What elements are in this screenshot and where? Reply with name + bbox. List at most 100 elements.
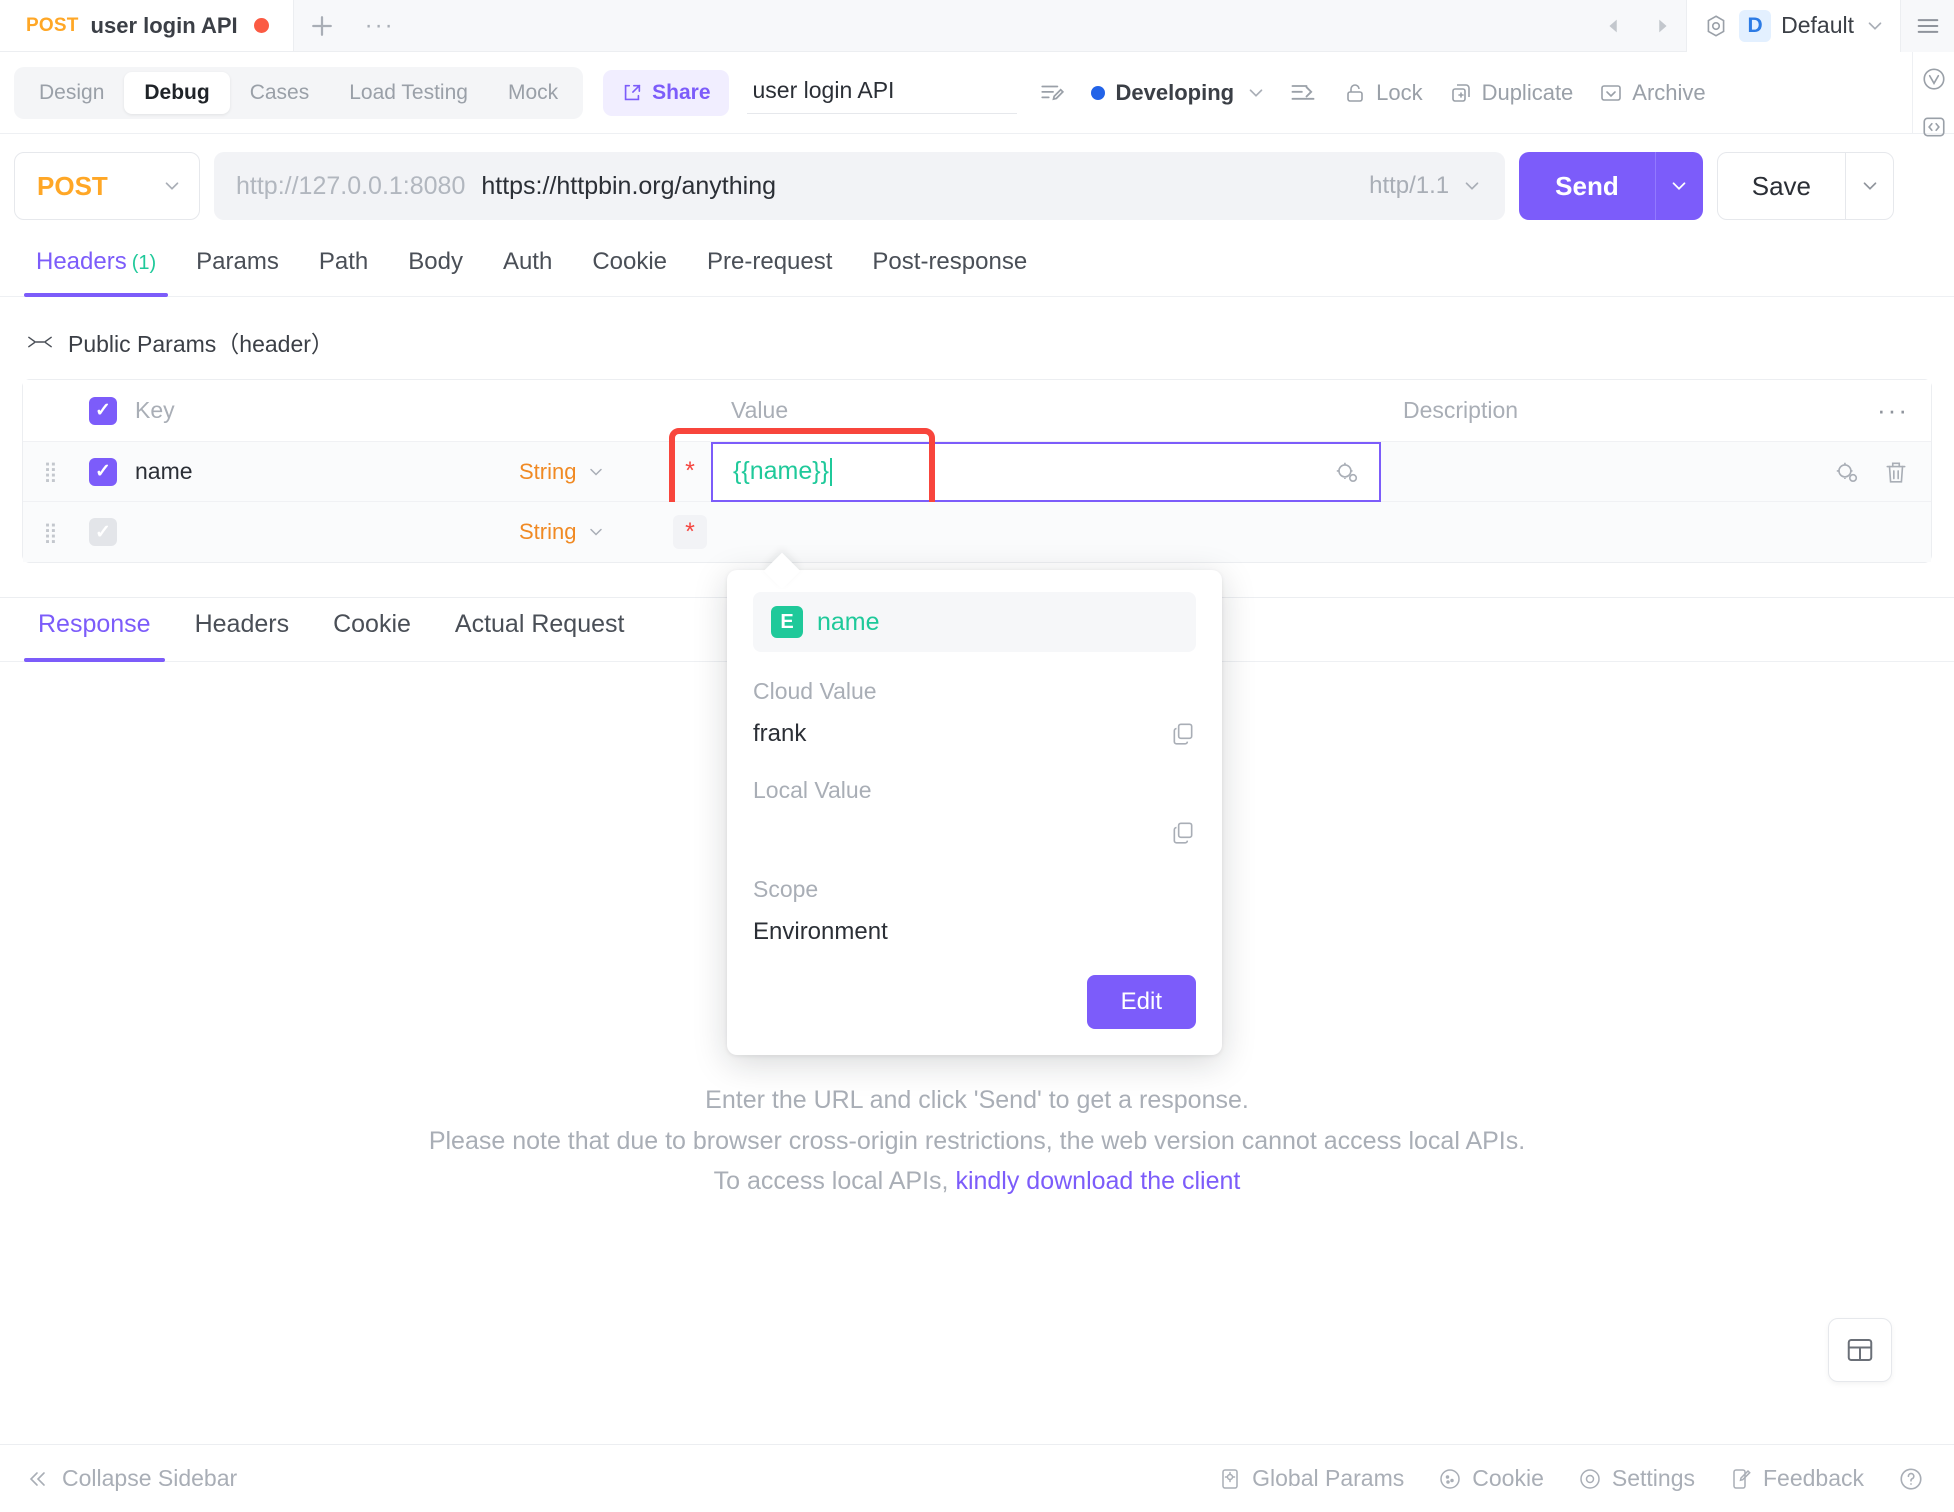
- lock-button[interactable]: Lock: [1343, 80, 1423, 106]
- edit-variable-button[interactable]: Edit: [1086, 975, 1196, 1029]
- row-required-cell[interactable]: *: [669, 515, 711, 549]
- environment-selector[interactable]: D Default: [1686, 0, 1900, 52]
- row-settings-icon[interactable]: [1833, 459, 1859, 485]
- scope-label: Scope: [753, 876, 819, 902]
- row-drag-handle[interactable]: ⣿: [23, 459, 79, 484]
- api-name-field[interactable]: user login API: [746, 71, 1017, 114]
- url-prefix-label: http://127.0.0.1:8080: [236, 171, 466, 200]
- tab-actual-request[interactable]: Actual Request: [433, 598, 647, 661]
- tab-load-testing[interactable]: Load Testing: [329, 72, 488, 114]
- tab-title-label: user login API: [90, 12, 238, 38]
- row-checkbox[interactable]: ✓: [89, 457, 117, 486]
- new-tab-button[interactable]: [293, 0, 350, 51]
- tab-method-label: POST: [26, 14, 79, 36]
- http-method-select[interactable]: POST: [14, 152, 200, 220]
- popover-variable-row[interactable]: E name: [753, 592, 1196, 652]
- tab-pre-request[interactable]: Pre-request: [687, 238, 852, 296]
- chevrons-left-icon: [26, 1467, 50, 1491]
- tab-overflow-menu-button[interactable]: ···: [349, 0, 410, 51]
- tab-post-response[interactable]: Post-response: [852, 238, 1047, 296]
- copy-icon[interactable]: [1170, 820, 1196, 846]
- move-to-icon[interactable]: [1289, 79, 1317, 107]
- column-options-button[interactable]: ···: [1877, 395, 1909, 426]
- local-value-row: [753, 816, 1196, 850]
- nav-forward-button[interactable]: [1638, 0, 1686, 52]
- validate-icon[interactable]: [1921, 66, 1947, 92]
- request-tab-user-login-api[interactable]: POST user login API: [0, 0, 294, 51]
- chevron-down-icon[interactable]: [161, 175, 183, 197]
- tab-auth[interactable]: Auth: [483, 238, 572, 296]
- tab-response-cookie[interactable]: Cookie: [311, 598, 433, 661]
- code-icon[interactable]: [1921, 114, 1947, 140]
- duplicate-button[interactable]: Duplicate: [1449, 80, 1573, 106]
- menu-button[interactable]: [1900, 0, 1954, 52]
- global-params-button[interactable]: Global Params: [1218, 1465, 1404, 1492]
- tab-headers-label: Headers: [36, 248, 127, 275]
- tab-path[interactable]: Path: [299, 238, 388, 296]
- save-options-button[interactable]: [1845, 153, 1893, 219]
- row-delete-icon[interactable]: [1883, 459, 1909, 485]
- collapse-sidebar-button[interactable]: Collapse Sidebar: [26, 1465, 237, 1492]
- environment-badge: D: [1739, 9, 1772, 42]
- save-button[interactable]: Save: [1718, 153, 1845, 219]
- status-selector[interactable]: Developing: [1090, 80, 1268, 106]
- cookie-button[interactable]: Cookie: [1438, 1465, 1544, 1492]
- send-button[interactable]: Send: [1519, 152, 1655, 220]
- row-value-input[interactable]: {{name}}: [711, 441, 1381, 502]
- value-settings-icon[interactable]: [1333, 459, 1359, 485]
- tab-strip: POST user login API ··· D Default: [0, 0, 1954, 52]
- collapse-sidebar-label: Collapse Sidebar: [62, 1465, 238, 1491]
- status-bar: Collapse Sidebar Global Params Cookie Se…: [0, 1444, 1954, 1512]
- tab-response[interactable]: Response: [16, 598, 173, 662]
- chevron-down-icon[interactable]: [586, 462, 606, 482]
- archive-button[interactable]: Archive: [1599, 80, 1706, 106]
- empty-state-line-3: To access local APIs, kindly download th…: [714, 1161, 1241, 1202]
- tab-cookie[interactable]: Cookie: [572, 238, 687, 296]
- download-client-link[interactable]: kindly download the client: [955, 1167, 1240, 1195]
- row-key-value[interactable]: name: [135, 458, 193, 485]
- row-type-select[interactable]: String: [519, 519, 669, 545]
- unsaved-indicator-icon: [253, 18, 269, 33]
- status-bar-actions: Global Params Cookie Settings Feedback: [1218, 1465, 1924, 1492]
- tab-mock[interactable]: Mock: [488, 72, 578, 114]
- environment-scope-badge: E: [771, 606, 803, 638]
- url-input[interactable]: http://127.0.0.1:8080 https://httpbin.or…: [214, 152, 1506, 220]
- tab-design[interactable]: Design: [19, 72, 124, 114]
- row-checkbox[interactable]: ✓: [89, 518, 117, 546]
- feedback-button[interactable]: Feedback: [1729, 1465, 1864, 1492]
- tab-debug[interactable]: Debug: [124, 71, 230, 114]
- url-bar: POST http://127.0.0.1:8080 https://httpb…: [0, 134, 1954, 238]
- edit-description-icon[interactable]: [1039, 80, 1065, 106]
- table-row: ⣿ ✓ String *: [23, 502, 1931, 562]
- share-button[interactable]: Share: [603, 69, 729, 116]
- chevron-down-icon[interactable]: [1864, 15, 1886, 37]
- chevron-down-icon[interactable]: [586, 522, 606, 542]
- row-drag-handle[interactable]: ⣿: [23, 520, 79, 545]
- tab-body[interactable]: Body: [388, 238, 483, 296]
- nav-back-button[interactable]: [1590, 0, 1638, 52]
- tab-params[interactable]: Params: [176, 238, 299, 296]
- required-asterisk: *: [685, 457, 695, 485]
- help-button[interactable]: [1898, 1466, 1924, 1492]
- copy-icon[interactable]: [1170, 721, 1196, 747]
- environment-gear-icon[interactable]: [1703, 13, 1729, 39]
- tab-cases[interactable]: Cases: [230, 72, 330, 114]
- chevron-down-icon[interactable]: [1461, 175, 1483, 197]
- cloud-value-label: Cloud Value: [753, 678, 877, 704]
- layout-toggle-button[interactable]: [1828, 1318, 1892, 1382]
- save-button-group: Save: [1716, 152, 1894, 220]
- tab-headers[interactable]: Headers (1): [16, 238, 176, 297]
- public-params-row[interactable]: Public Params（header）: [0, 297, 1954, 379]
- protocol-select[interactable]: http/1.1: [1369, 172, 1483, 200]
- protocol-value: http/1.1: [1369, 172, 1450, 199]
- tab-response-headers[interactable]: Headers: [173, 598, 312, 661]
- send-options-button[interactable]: [1654, 152, 1703, 220]
- chevron-down-icon[interactable]: [1245, 82, 1267, 104]
- cookie-icon: [1438, 1467, 1462, 1491]
- link-icon: [26, 332, 54, 352]
- row-type-select[interactable]: String: [519, 459, 669, 485]
- settings-button[interactable]: Settings: [1578, 1465, 1695, 1492]
- select-all-checkbox[interactable]: ✓: [89, 396, 117, 425]
- row-required-cell[interactable]: *: [669, 455, 711, 489]
- archive-icon: [1599, 81, 1623, 105]
